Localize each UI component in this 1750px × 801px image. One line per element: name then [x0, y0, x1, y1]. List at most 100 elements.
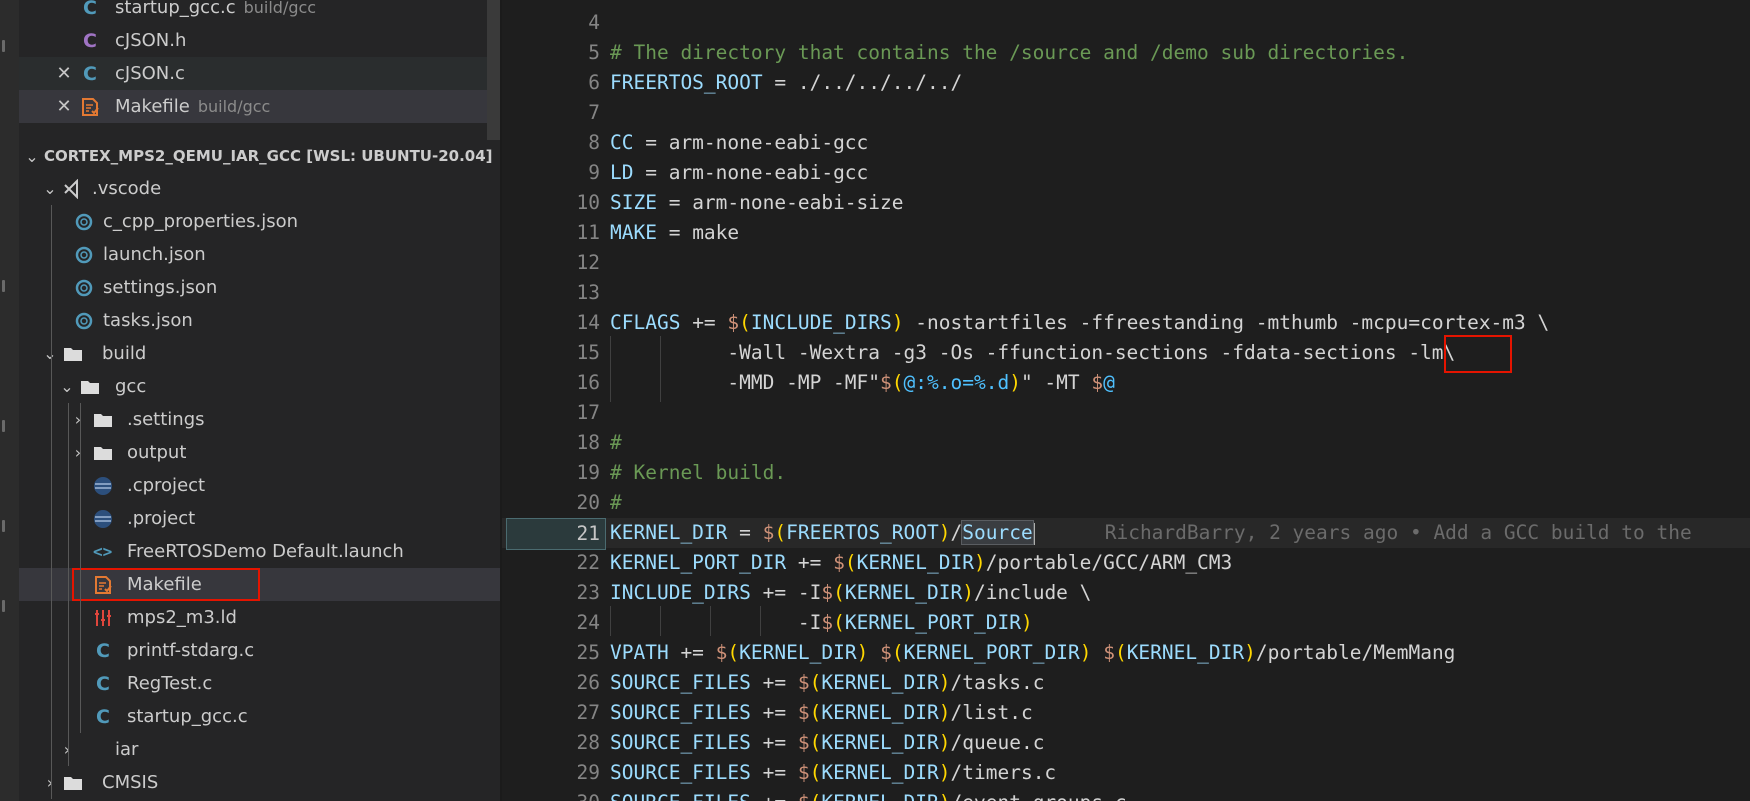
activity-marker — [2, 280, 5, 292]
code-token: ( — [727, 641, 740, 664]
code-token: SOURCE_FILES — [610, 791, 751, 801]
chevron-down-icon: ⌄ — [43, 179, 57, 198]
json-file-icon — [75, 312, 93, 330]
code-token: ( — [809, 761, 822, 784]
sidebar-scrollbar[interactable] — [487, 0, 500, 140]
tree-file[interactable]: <> FreeRTOSDemo Default.launch — [19, 535, 502, 568]
tree-file[interactable]: C startup_gcc.c — [19, 700, 502, 733]
workspace-root[interactable]: ⌄ CORTEX_MPS2_QEMU_IAR_GCC [WSL: UBUNTU-… — [19, 140, 502, 173]
tree-folder-output[interactable]: › output — [19, 436, 502, 469]
tree-file[interactable]: c_cpp_properties.json — [19, 205, 502, 238]
line-number: 28 — [576, 731, 600, 754]
code-token: $ — [1103, 641, 1115, 664]
activity-marker — [2, 420, 5, 432]
code-line[interactable]: 9 LD = arm-none-eabi-gcc — [502, 158, 1750, 188]
tree-file[interactable]: C printf-stdarg.c — [19, 634, 502, 667]
chevron-right-icon: › — [74, 443, 82, 462]
explorer-sidebar: C startup_gcc.c build/gcc C cJSON.h ✕ C c… — [19, 0, 502, 801]
line-number: 16 — [576, 371, 600, 394]
code-token: # — [610, 431, 622, 454]
code-line[interactable]: 11 MAKE = make — [502, 218, 1750, 248]
code-line[interactable]: 21 KERNEL_DIR = $(FREERTOS_ROOT)/Source Ri… — [502, 518, 1750, 550]
code-line[interactable]: 7 — [502, 98, 1750, 128]
file-label: c_cpp_properties.json — [103, 211, 299, 232]
chevron-right-icon: › — [63, 740, 71, 759]
indent-guide — [710, 606, 711, 636]
code-token: $ — [797, 761, 810, 784]
code-line[interactable]: 22 KERNEL_PORT_DIR += $(KERNEL_DIR)/porta… — [502, 548, 1750, 578]
activity-bar — [0, 0, 19, 801]
code-line[interactable]: 13 — [502, 278, 1750, 308]
code-token: " -MT — [1020, 371, 1092, 394]
code-line[interactable]: 14 CFLAGS += $(INCLUDE_DIRS) -nostartfile… — [502, 308, 1750, 338]
code-line[interactable]: 18 # — [502, 428, 1750, 458]
line-number: 13 — [576, 281, 600, 304]
code-token: KERNEL_DIR — [844, 581, 963, 604]
code-line[interactable]: 20 # — [502, 488, 1750, 518]
code-token: ( — [739, 311, 751, 334]
code-line[interactable]: 24 -I$(KERNEL_PORT_DIR) — [502, 608, 1750, 638]
tree-folder-vscode[interactable]: ⌄ .vscode — [19, 172, 502, 205]
code-line[interactable]: 19 # Kernel build. — [502, 458, 1750, 488]
line-number: 17 — [576, 401, 600, 424]
open-editor-item[interactable]: C startup_gcc.c build/gcc — [19, 0, 502, 24]
code-line[interactable]: 16 -MMD -MP -MF"$(@:%.o=%.d)" -MT $@ — [502, 368, 1750, 398]
tree-folder-gcc[interactable]: ⌄ gcc — [19, 370, 502, 403]
line-number: 10 — [576, 191, 600, 214]
folder-label: output — [127, 442, 187, 463]
close-icon[interactable]: ✕ — [55, 90, 73, 123]
line-number: 18 — [576, 431, 600, 454]
tree-folder-build[interactable]: ⌄ build — [19, 337, 502, 370]
code-token: ) — [1020, 611, 1033, 634]
code-text: CFLAGS += $(INCLUDE_DIRS) -nostartfiles … — [610, 308, 1549, 338]
tree-file[interactable]: settings.json — [19, 271, 502, 304]
code-token: /queue.c — [950, 731, 1045, 754]
code-line[interactable]: 23 INCLUDE_DIRS += -I$(KERNEL_DIR)/includ… — [502, 578, 1750, 608]
code-line[interactable]: 8 CC = arm-none-eabi-gcc — [502, 128, 1750, 158]
code-line[interactable]: 15 -Wall -Wextra -g3 -Os -ffunction-sect… — [502, 338, 1750, 368]
code-token: SOURCE_FILES — [610, 731, 751, 754]
tree-folder-iar[interactable]: › iar — [19, 733, 502, 766]
code-token: $ — [797, 731, 810, 754]
code-line[interactable]: 29 SOURCE_FILES += $(KERNEL_DIR)/timers.c — [502, 758, 1750, 788]
tree-file[interactable]: .cproject — [19, 469, 502, 502]
tree-folder-cmsis[interactable]: › CMSIS — [19, 766, 502, 799]
code-line[interactable]: 27 SOURCE_FILES += $(KERNEL_DIR)/list.c — [502, 698, 1750, 728]
code-line[interactable]: 4 — [502, 8, 1750, 38]
code-token: ) — [891, 311, 904, 334]
code-line[interactable]: 25 VPATH += $(KERNEL_DIR) $(KERNEL_PORT_D… — [502, 638, 1750, 668]
indent-guide — [660, 336, 661, 402]
code-line[interactable]: 28 SOURCE_FILES += $(KERNEL_DIR)/queue.c — [502, 728, 1750, 758]
code-token: INCLUDE_DIRS — [610, 581, 751, 604]
open-editor-item[interactable]: C cJSON.h — [19, 24, 502, 57]
code-token: ( — [833, 581, 845, 604]
code-line[interactable]: 5 # The directory that contains the /sour… — [502, 38, 1750, 68]
tree-file[interactable]: tasks.json — [19, 304, 502, 337]
code-text: SOURCE_FILES += $(KERNEL_DIR)/queue.c — [610, 728, 1044, 758]
open-editor-item[interactable]: ✕ Makefile build/gcc — [19, 90, 502, 123]
close-icon[interactable]: ✕ — [55, 57, 73, 90]
code-line[interactable]: 12 — [502, 248, 1750, 278]
file-label: FreeRTOSDemo Default.launch — [127, 541, 404, 562]
file-label: launch.json — [103, 244, 206, 265]
tree-folder-settings[interactable]: › .settings — [19, 403, 502, 436]
tree-file[interactable]: .project — [19, 502, 502, 535]
code-editor[interactable]: 4 5 # The directory that contains the /sou… — [502, 0, 1750, 801]
tree-file[interactable]: mps2_m3.ld — [19, 601, 502, 634]
code-token: KERNEL_PORT_DIR — [844, 611, 1021, 634]
open-editor-item[interactable]: ✕ C cJSON.c — [19, 57, 502, 90]
code-line[interactable]: 6 FREERTOS_ROOT = ./../../../../ — [502, 68, 1750, 98]
code-line[interactable]: 30 SOURCE_FILES += $(KERNEL_DIR)/event_gr… — [502, 788, 1750, 801]
code-line[interactable]: 17 — [502, 398, 1750, 428]
code-line[interactable]: 26 SOURCE_FILES += $(KERNEL_DIR)/tasks.c — [502, 668, 1750, 698]
folder-label: CMSIS — [102, 772, 159, 793]
code-text: VPATH += $(KERNEL_DIR) $(KERNEL_PORT_DIR… — [610, 638, 1455, 668]
line-number: 30 — [502, 788, 600, 801]
c-file-icon: C — [96, 673, 110, 695]
code-token: ) — [938, 521, 951, 544]
folder-label: .vscode — [92, 178, 162, 199]
tree-file[interactable]: C RegTest.c — [19, 667, 502, 700]
code-text: MAKE = make — [610, 218, 739, 248]
tree-file[interactable]: launch.json — [19, 238, 502, 271]
code-line[interactable]: 10 SIZE = arm-none-eabi-size — [502, 188, 1750, 218]
